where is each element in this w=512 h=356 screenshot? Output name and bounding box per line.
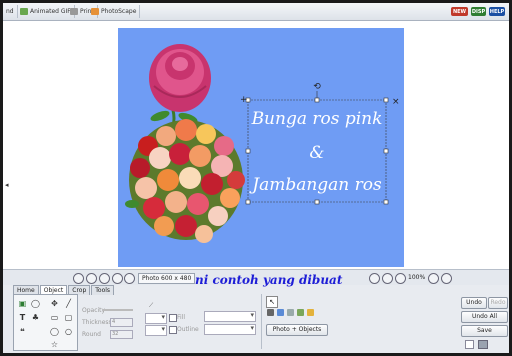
circle-tool-icon[interactable]: ○ xyxy=(64,327,73,336)
rotate-right-icon[interactable] xyxy=(86,273,97,284)
panel-collapse-arrow-icon[interactable]: ◂ xyxy=(5,181,9,191)
photoscape-window: nd Animated GIF Print PhotoScape NEW DIS… xyxy=(3,3,509,353)
save-button[interactable]: Save xyxy=(461,325,508,337)
round-label: Round xyxy=(82,331,101,338)
line-tool-icon[interactable]: ╱ xyxy=(64,299,73,308)
svg-text:×: × xyxy=(392,97,400,107)
fill-color-dropdown[interactable] xyxy=(204,311,256,322)
zoom-out-icon[interactable] xyxy=(382,273,393,284)
tab-label: nd xyxy=(6,8,14,15)
undo-button[interactable]: Undo xyxy=(461,297,487,309)
print-icon xyxy=(70,8,78,15)
zoom-level: 100% xyxy=(408,274,426,281)
pointer-tool-icon[interactable]: ✥ xyxy=(50,299,59,308)
pill-label: HELP xyxy=(489,8,505,15)
ellipse-tool-icon[interactable]: ◯ xyxy=(50,327,59,336)
photo-canvas[interactable]: ⟲ × + Bunga ros pink & Jambangan ros xyxy=(118,28,404,267)
svg-text:+: + xyxy=(240,95,248,105)
overlay-caption: ni contoh yang dibuat xyxy=(195,273,343,287)
opacity-slider[interactable] xyxy=(103,309,133,311)
photoscape-icon xyxy=(91,8,99,15)
select-arrow-icon[interactable]: ↖ xyxy=(266,296,278,308)
page-setup-icon[interactable] xyxy=(465,340,474,349)
rounded-rectangle-tool-icon[interactable]: ▢ xyxy=(64,313,73,322)
object-panel: Home Object Crop Tools ▣ ◯ ✥ ╱ T ♣ ▭ ▢ ❝… xyxy=(3,285,509,353)
quote-tool-icon[interactable]: ❝ xyxy=(18,327,27,336)
flip-horizontal-icon[interactable] xyxy=(99,273,110,284)
zoom-actual-icon[interactable] xyxy=(395,273,406,284)
new-badge-button[interactable]: NEW xyxy=(451,7,468,16)
pink-rose-image xyxy=(149,44,211,134)
zoom-in-icon[interactable] xyxy=(428,273,439,284)
help-badge-button[interactable]: HELP xyxy=(489,7,505,16)
object-tools: ▣ ◯ ✥ ╱ T ♣ ▭ ▢ ❝ ◯ ○ ☆ xyxy=(13,294,78,351)
pill-label: DISP xyxy=(471,8,486,15)
photo-size-label: Photo 600 x 480 xyxy=(138,273,196,284)
outline-label: Outline xyxy=(177,326,199,333)
eyedropper-icon[interactable]: ⟋ xyxy=(149,302,153,310)
editor-work-area: ◂ ⟲ × + Bunga ros pink & Jambangan ros xyxy=(3,21,509,269)
insert-photo-icon[interactable]: ▣ xyxy=(18,299,27,308)
thickness-label: Thickness xyxy=(82,319,112,326)
bring-front-icon[interactable] xyxy=(287,309,294,316)
rotate-left-icon[interactable] xyxy=(73,273,84,284)
outline-color-dropdown[interactable] xyxy=(204,324,256,335)
gif-icon xyxy=(20,8,28,15)
line-end-dropdown[interactable] xyxy=(145,325,167,336)
pill-label: NEW xyxy=(452,8,467,15)
fill-label: Fill xyxy=(177,314,186,321)
fit-to-window-icon[interactable] xyxy=(369,273,380,284)
send-back-icon[interactable] xyxy=(297,309,304,316)
copy-object-icon[interactable] xyxy=(277,309,284,316)
round-input[interactable]: 32 xyxy=(110,330,133,339)
canvas-text-line-3: Jambangan ros xyxy=(249,175,382,195)
canvas-text-line-1: Bunga ros pink xyxy=(251,109,383,129)
rectangle-tool-icon[interactable]: ▭ xyxy=(50,313,59,322)
delete-object-icon[interactable] xyxy=(267,309,274,316)
stamp-tool-icon[interactable]: ♣ xyxy=(31,313,40,322)
redo-button[interactable]: Redo xyxy=(488,297,508,309)
tab-photoscape[interactable]: PhotoScape xyxy=(88,5,141,18)
object-action-icons xyxy=(267,309,314,316)
opacity-label: Opacity xyxy=(82,307,106,314)
star-tool-icon[interactable]: ☆ xyxy=(50,340,59,349)
zoom-fit-icon[interactable] xyxy=(441,273,452,284)
speech-balloon-icon[interactable]: ◯ xyxy=(31,299,40,308)
svg-text:⟲: ⟲ xyxy=(313,82,321,92)
tab-label: PhotoScape xyxy=(101,8,137,15)
display-badge-button[interactable]: DISP xyxy=(471,7,486,16)
canvas-text-line-2: & xyxy=(309,143,324,163)
print-icon[interactable] xyxy=(478,340,488,349)
top-tab-bar: nd Animated GIF Print PhotoScape NEW DIS… xyxy=(3,3,509,21)
rotate-icon[interactable] xyxy=(124,273,135,284)
line-style-dropdown[interactable] xyxy=(145,313,167,324)
outline-checkbox[interactable] xyxy=(169,326,177,334)
undo-all-button[interactable]: Undo All xyxy=(461,311,508,323)
text-tool-icon[interactable]: T xyxy=(18,313,27,322)
photo-objects-button[interactable]: Photo + Objects xyxy=(266,324,328,336)
object-actions: ↖ Photo + Objects xyxy=(261,294,458,349)
fill-checkbox[interactable] xyxy=(169,314,177,322)
photo-artwork: ⟲ × + Bunga ros pink & Jambangan ros xyxy=(125,44,400,243)
tab-web[interactable]: nd xyxy=(3,5,18,18)
lock-object-icon[interactable] xyxy=(307,309,314,316)
tab-tools[interactable]: Tools xyxy=(91,285,115,295)
thickness-input[interactable]: 4 xyxy=(110,318,133,327)
rose-bouquet-image xyxy=(125,119,245,243)
tab-label: Animated GIF xyxy=(30,8,71,15)
flip-vertical-icon[interactable] xyxy=(112,273,123,284)
